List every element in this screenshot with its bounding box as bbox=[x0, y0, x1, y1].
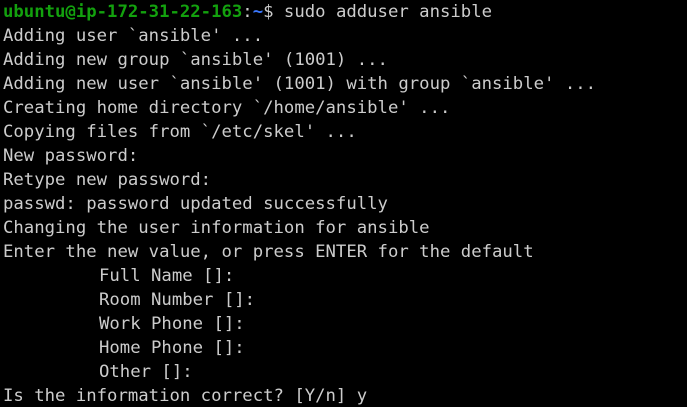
field-prompt-room-number: Room Number []: bbox=[99, 290, 256, 310]
command-prompt-line: ubuntu@ip-172-31-22-163:~$ sudo adduser … bbox=[3, 0, 687, 24]
prompt-colon: : bbox=[242, 2, 253, 22]
output-line: Copying files from `/etc/skel' ... bbox=[3, 122, 357, 142]
confirm-prompt-line: Is the information correct? [Y/n] y bbox=[3, 386, 368, 406]
field-prompt-full-name: Full Name []: bbox=[99, 266, 235, 286]
output-line: Creating home directory `/home/ansible' … bbox=[3, 98, 451, 118]
output-line: Enter the new value, or press ENTER for … bbox=[3, 242, 534, 262]
output-line: Adding new group `ansible' (1001) ... bbox=[3, 50, 388, 70]
field-prompt-work-phone: Work Phone []: bbox=[99, 314, 245, 334]
output-line: Changing the user information for ansibl… bbox=[3, 218, 430, 238]
prompt-path: ~ bbox=[252, 2, 264, 22]
prompt-symbol: $ bbox=[263, 2, 284, 22]
field-prompt-home-phone: Home Phone []: bbox=[99, 338, 245, 358]
output-line: Adding user `ansible' ... bbox=[3, 26, 264, 46]
command-text: sudo adduser ansible bbox=[283, 2, 493, 22]
prompt-user-host: ubuntu@ip-172-31-22-163 bbox=[3, 2, 243, 22]
terminal-window[interactable]: ubuntu@ip-172-31-22-163:~$ sudo adduser … bbox=[0, 0, 687, 407]
output-line: passwd: password updated successfully bbox=[3, 194, 388, 214]
output-line: New password: bbox=[3, 146, 139, 166]
field-prompt-other: Other []: bbox=[99, 362, 193, 382]
output-line: Adding new user `ansible' (1001) with gr… bbox=[3, 74, 597, 94]
output-line: Retype new password: bbox=[3, 170, 212, 190]
